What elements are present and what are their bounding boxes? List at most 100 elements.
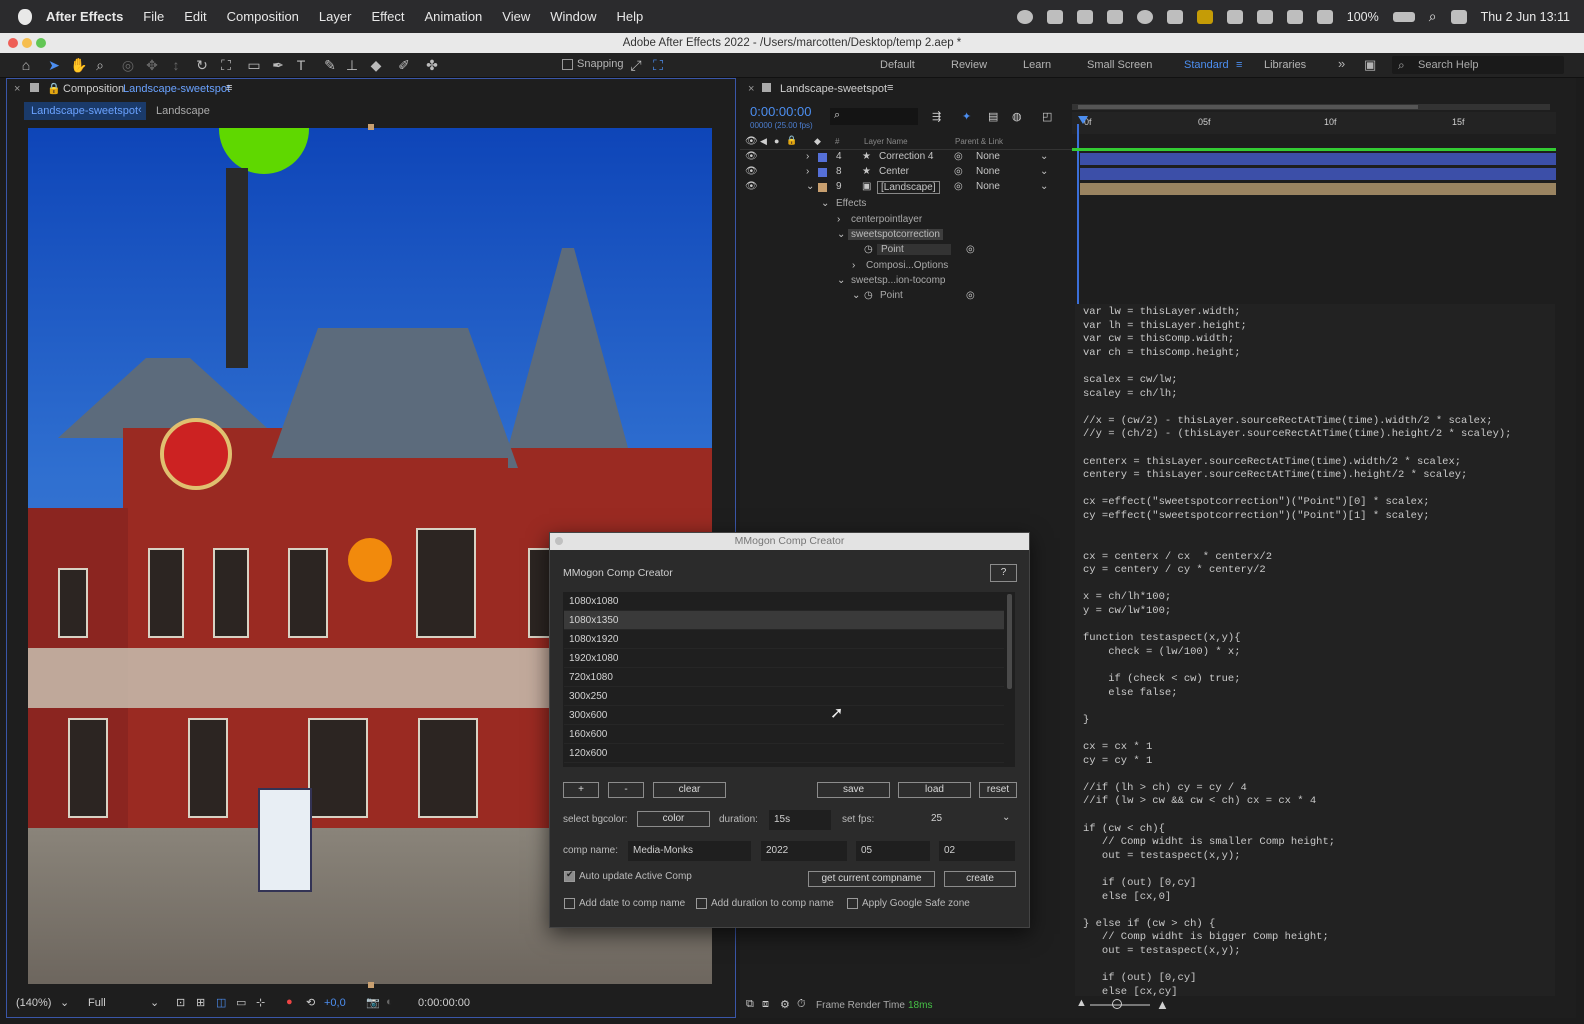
zoom-in-icon[interactable]: ▲ <box>1156 997 1169 1012</box>
viewer-top-handle[interactable] <box>368 124 374 130</box>
workspace-menu-icon[interactable]: ≡ <box>1236 59 1242 71</box>
menu-edit[interactable]: Edit <box>184 9 206 24</box>
battery-icon[interactable] <box>1392 11 1415 22</box>
snapshot-icon[interactable]: 📷 <box>366 996 380 1009</box>
comp-tab-name[interactable]: Landscape-sweetspot <box>123 83 230 95</box>
eye-icon[interactable]: 👁 <box>745 151 758 162</box>
property-row[interactable]: ◷ Point ◎ <box>740 244 1070 259</box>
stopwatch-icon[interactable]: ◷ <box>864 290 873 301</box>
minimize-window-icon[interactable] <box>22 38 32 48</box>
list-item[interactable]: 1080x1920 <box>564 630 1004 649</box>
breadcrumb-active[interactable]: Landscape-sweetspot ‹ <box>24 102 146 120</box>
zoom-dropdown[interactable]: (140%) <box>16 997 51 1009</box>
layer-switch-icon[interactable]: ⧈ <box>762 998 769 1011</box>
render-time-icon[interactable]: ⏱ <box>797 998 806 1011</box>
zoom-window-icon[interactable] <box>36 38 46 48</box>
layer-search-input[interactable]: ⌕ <box>830 108 918 125</box>
apple-icon[interactable] <box>18 8 32 25</box>
close-timeline-tab-icon[interactable]: × <box>748 83 754 95</box>
add-duration-checkbox[interactable] <box>696 898 707 909</box>
stopwatch-icon[interactable]: ◷ <box>864 244 873 255</box>
creative-cloud-icon[interactable] <box>1136 9 1153 24</box>
puppet-tool-icon[interactable]: ✤ <box>424 57 440 73</box>
collapse-arrow-icon[interactable]: ⌄ <box>837 275 845 286</box>
property-name[interactable]: Point <box>880 290 903 301</box>
workspace-review[interactable]: Review <box>951 59 987 71</box>
type-tool-icon[interactable]: T <box>293 57 309 73</box>
selection-tool-icon[interactable]: ➤ <box>46 57 62 73</box>
pen-tool-icon[interactable]: ✒ <box>270 57 286 73</box>
collapse-arrow-icon[interactable]: ⌄ <box>852 290 860 301</box>
lock-icon[interactable]: 🔒 <box>47 82 61 95</box>
work-area-range[interactable] <box>1078 105 1418 109</box>
radar-icon[interactable] <box>1256 9 1273 24</box>
layer-bar-center[interactable] <box>1080 168 1556 180</box>
expression-pickwhip-icon[interactable]: ◎ <box>966 290 975 301</box>
expand-arrow-icon[interactable]: › <box>852 260 855 271</box>
list-item[interactable]: 120x600 <box>564 744 1004 763</box>
snap-edges-icon[interactable]: ⤢ <box>628 57 644 73</box>
cloud-icon[interactable] <box>1286 9 1303 24</box>
list-scrollbar[interactable] <box>1007 594 1012 689</box>
property-group-name[interactable]: Composi...Options <box>866 260 948 271</box>
help-button[interactable]: ? <box>990 564 1017 582</box>
list-item[interactable]: 1920x1080 <box>564 649 1004 668</box>
effect-name[interactable]: centerpointlayer <box>851 214 922 225</box>
warning-icon[interactable] <box>1196 9 1213 24</box>
effect-row[interactable]: ⌄ sweetspotcorrection <box>740 229 1070 244</box>
property-row[interactable]: ⌄ ◷ Point ◎ <box>740 290 1070 305</box>
guides-icon[interactable]: ⊹ <box>256 996 265 1009</box>
reset-exposure-icon[interactable]: ⟲ <box>306 996 315 1009</box>
menu-app[interactable]: After Effects <box>46 9 123 24</box>
compname-field[interactable]: Media-Monks <box>628 841 751 861</box>
list-item[interactable]: 160x600 <box>564 725 1004 744</box>
playhead-icon[interactable] <box>1078 116 1088 124</box>
frame-blending-icon[interactable]: ▤ <box>988 110 998 123</box>
exposure-value[interactable]: +0,0 <box>324 997 346 1009</box>
workspace-default[interactable]: Default <box>880 59 915 71</box>
zoom-out-icon[interactable]: ▲ <box>1076 997 1087 1009</box>
month-field[interactable]: 05 <box>856 841 930 861</box>
transparency-grid-icon[interactable]: ⊞ <box>196 996 205 1009</box>
label-color[interactable] <box>818 168 827 177</box>
layer-row[interactable]: 👁 › 8 ★ Center ◎ None ⌄ <box>740 166 1070 181</box>
layer-row[interactable]: 👁 › 4 ★ Correction 4 ◎ None ⌄ <box>740 151 1070 166</box>
list-item-selected[interactable]: 1080x1350 <box>564 611 1004 630</box>
list-item[interactable]: 300x250 <box>564 687 1004 706</box>
pickwhip-icon[interactable]: ◎ <box>954 181 963 192</box>
audio-bars-icon[interactable] <box>1076 9 1093 24</box>
expand-arrow-icon[interactable]: › <box>806 151 809 162</box>
collapse-arrow-icon[interactable]: ⌄ <box>837 229 845 240</box>
parent-dropdown[interactable]: None <box>976 166 1000 177</box>
workspace-small-screen[interactable]: Small Screen <box>1087 59 1152 71</box>
hand-tool-icon[interactable]: ✋ <box>70 57 87 73</box>
record-icon[interactable] <box>1016 9 1033 24</box>
brush-tool-icon[interactable]: ✎ <box>322 57 338 73</box>
control-center-icon[interactable] <box>1450 9 1467 24</box>
dolly-tool-icon[interactable]: ↕ <box>168 57 184 73</box>
clear-button[interactable]: clear <box>653 782 726 798</box>
eye-icon[interactable]: 👁 <box>745 181 758 192</box>
effect-row[interactable]: ⌄ sweetsp...ion-tocomp <box>740 275 1070 290</box>
motion-blur-icon[interactable]: ◍ <box>1012 110 1022 123</box>
reset-button[interactable]: reset <box>979 782 1017 798</box>
expression-code[interactable]: var lw = thisLayer.width; var lh = thisL… <box>1083 306 1563 999</box>
parent-dropdown[interactable]: None <box>976 181 1000 192</box>
layer-bar-landscape[interactable] <box>1080 183 1556 195</box>
dialog-titlebar[interactable]: MMogon Comp Creator <box>550 533 1029 550</box>
snapping-checkbox[interactable] <box>562 59 573 70</box>
workspace-libraries[interactable]: Libraries <box>1264 59 1306 71</box>
menu-help[interactable]: Help <box>616 9 643 24</box>
close-comp-tab-icon[interactable]: × <box>14 83 20 95</box>
pickwhip-icon[interactable]: ◎ <box>954 151 963 162</box>
draft-3d-icon[interactable]: ✦ <box>962 110 971 123</box>
workspace-standard[interactable]: Standard <box>1184 59 1229 71</box>
menu-animation[interactable]: Animation <box>424 9 482 24</box>
work-area-bar[interactable] <box>1072 104 1550 110</box>
label-color[interactable] <box>818 153 827 162</box>
keyboard-icon[interactable] <box>1226 9 1243 24</box>
zoom-slider-thumb[interactable] <box>1112 999 1122 1009</box>
color-button[interactable]: color <box>637 811 710 827</box>
col-layer-name[interactable]: Layer Name <box>864 137 908 146</box>
comp-flowchart-icon[interactable]: ⇶ <box>932 110 941 123</box>
